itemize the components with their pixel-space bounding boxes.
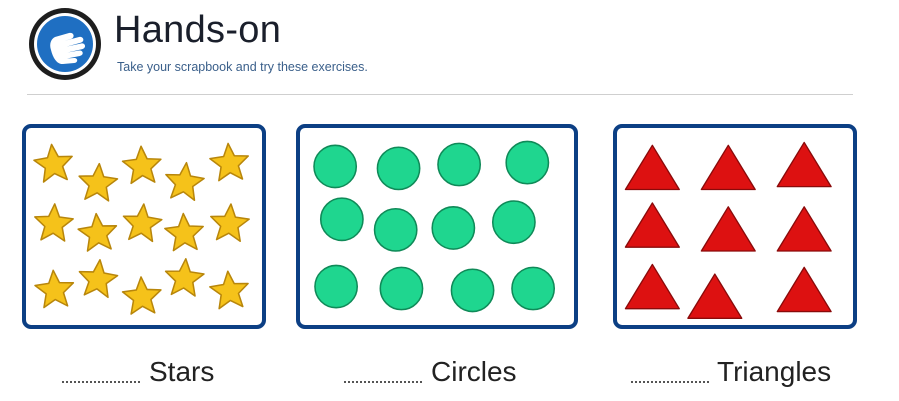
star-shape bbox=[165, 161, 205, 202]
triangle-shape bbox=[687, 273, 743, 319]
star-shape bbox=[34, 203, 74, 242]
triangle-shape bbox=[776, 266, 832, 313]
triangle-shape bbox=[776, 206, 832, 252]
page-title: Hands-on bbox=[114, 9, 282, 51]
stars-answer-blank[interactable] bbox=[62, 381, 140, 383]
triangles-answer: Triangles bbox=[631, 356, 871, 390]
star-shape bbox=[209, 142, 250, 182]
page-subtitle: Take your scrapbook and try these exerci… bbox=[117, 60, 368, 74]
circle-shape bbox=[373, 207, 418, 252]
header-divider bbox=[27, 94, 853, 95]
stars-panel bbox=[22, 124, 266, 329]
triangle-shape bbox=[700, 206, 756, 252]
star-shape bbox=[34, 269, 75, 309]
circle-shape bbox=[511, 266, 556, 311]
circles-label: Circles bbox=[431, 356, 517, 387]
triangles-answer-blank[interactable] bbox=[631, 381, 709, 383]
circle-shape bbox=[505, 140, 550, 185]
star-shape bbox=[33, 143, 73, 183]
star-shape bbox=[121, 276, 162, 315]
star-shape bbox=[121, 145, 162, 185]
triangle-shape bbox=[700, 144, 756, 191]
star-shape bbox=[164, 258, 205, 297]
circle-shape bbox=[314, 264, 359, 309]
circles-illustration bbox=[313, 140, 556, 313]
star-shape bbox=[122, 203, 163, 243]
circle-shape bbox=[437, 142, 482, 187]
triangles-panel bbox=[613, 124, 857, 329]
triangle-shape bbox=[776, 141, 832, 188]
star-shape bbox=[77, 212, 118, 252]
circle-shape bbox=[376, 146, 421, 191]
circle-shape bbox=[319, 197, 364, 242]
stars-illustration bbox=[33, 142, 250, 315]
triangle-shape bbox=[624, 263, 680, 310]
star-shape bbox=[164, 212, 204, 252]
triangle-shape bbox=[624, 144, 680, 191]
star-shape bbox=[78, 162, 119, 202]
star-shape bbox=[78, 258, 119, 299]
circles-answer-blank[interactable] bbox=[344, 381, 422, 383]
star-shape bbox=[210, 203, 250, 242]
star-shape bbox=[209, 270, 249, 310]
circles-panel bbox=[296, 124, 578, 329]
circle-shape bbox=[450, 268, 495, 313]
stars-label: Stars bbox=[149, 356, 215, 387]
triangles-label: Triangles bbox=[717, 356, 832, 387]
triangle-shape bbox=[624, 202, 680, 248]
circle-shape bbox=[431, 206, 476, 250]
hand-icon bbox=[27, 6, 103, 82]
triangles-illustration bbox=[624, 141, 832, 319]
circle-shape bbox=[491, 200, 536, 245]
stars-answer: Stars bbox=[62, 356, 242, 390]
circle-shape bbox=[313, 144, 358, 189]
circle-shape bbox=[379, 266, 424, 311]
circles-answer: Circles bbox=[344, 356, 544, 390]
